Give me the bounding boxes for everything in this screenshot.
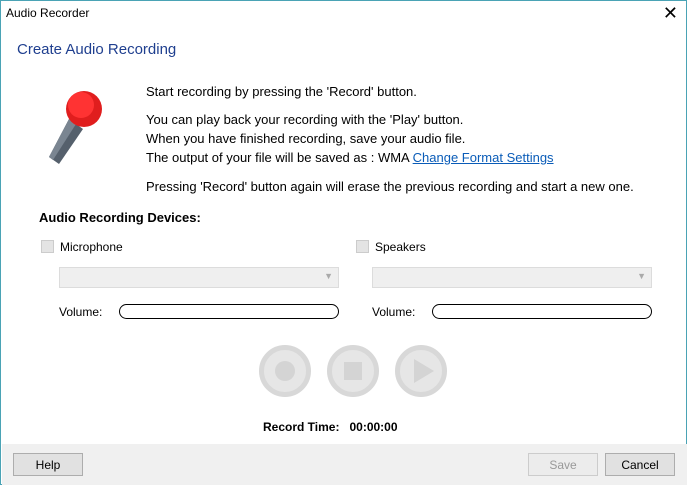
close-icon[interactable]: ✕: [663, 3, 678, 24]
window-title: Audio Recorder: [6, 6, 90, 20]
speakers-volume-slider[interactable]: [432, 304, 652, 319]
microphone-label: Microphone: [60, 240, 123, 254]
chevron-down-icon: ▼: [637, 271, 646, 281]
record-icon: [275, 361, 295, 381]
speakers-checkbox[interactable]: [356, 240, 369, 253]
instruction-5: Pressing 'Record' button again will eras…: [146, 179, 634, 194]
cancel-button[interactable]: Cancel: [605, 453, 675, 476]
chevron-down-icon: ▼: [324, 271, 333, 281]
save-button[interactable]: Save: [528, 453, 598, 476]
play-icon: [413, 359, 434, 383]
speakers-device-dropdown[interactable]: ▼: [372, 267, 652, 288]
devices-heading: Audio Recording Devices:: [39, 210, 201, 225]
instruction-2: You can play back your recording with th…: [146, 112, 464, 127]
stop-button[interactable]: [327, 345, 379, 397]
record-time-label: Record Time:: [263, 420, 340, 434]
audio-recorder-dialog: Audio Recorder ✕ Create Audio Recording …: [0, 0, 687, 485]
microphone-checkbox[interactable]: [41, 240, 54, 253]
speakers-volume-label: Volume:: [372, 305, 416, 319]
instruction-4: The output of your file will be saved as…: [146, 150, 554, 165]
record-button[interactable]: [259, 345, 311, 397]
instruction-3: When you have finished recording, save y…: [146, 131, 466, 146]
page-title: Create Audio Recording: [17, 41, 177, 58]
instruction-1: Start recording by pressing the 'Record'…: [146, 84, 417, 99]
play-button[interactable]: [395, 345, 447, 397]
microphone-icon: [49, 91, 102, 164]
help-button[interactable]: Help: [13, 453, 83, 476]
output-format-text: The output of your file will be saved as…: [146, 150, 410, 165]
stop-icon: [344, 362, 362, 380]
speakers-label: Speakers: [375, 240, 426, 254]
change-format-settings-link[interactable]: Change Format Settings: [413, 150, 554, 165]
microphone-device-dropdown[interactable]: ▼: [59, 267, 339, 288]
microphone-volume-slider[interactable]: [119, 304, 339, 319]
record-time-value: 00:00:00: [349, 420, 398, 434]
record-time: Record Time: 00:00:00: [263, 420, 398, 434]
microphone-volume-label: Volume:: [59, 305, 103, 319]
